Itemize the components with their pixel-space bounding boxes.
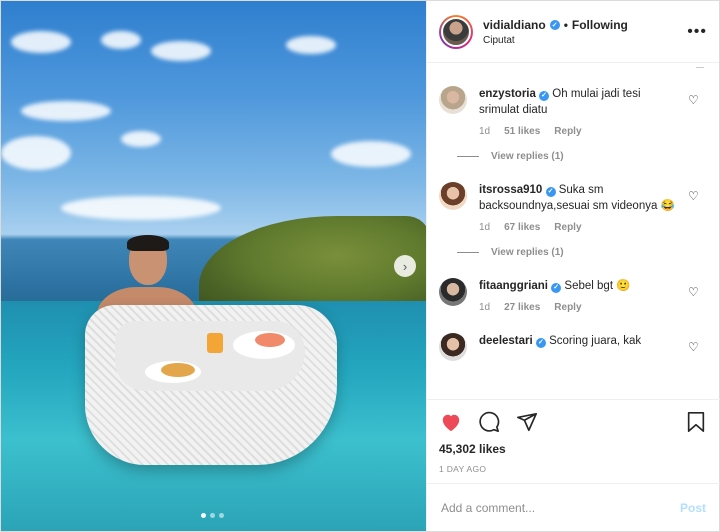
comment-age: 1d bbox=[479, 302, 491, 313]
view-replies-label: View replies (1) bbox=[491, 247, 564, 258]
verified-badge-icon: ✓ bbox=[539, 91, 550, 101]
author-username[interactable]: vidialdiano bbox=[483, 18, 546, 32]
commenter-avatar[interactable] bbox=[439, 333, 467, 361]
comment-text: enzystoria ✓ Oh mulai jadi tesi srimulat… bbox=[479, 86, 679, 118]
scroll-indicator bbox=[696, 64, 704, 68]
heart-outline-icon[interactable]: ♡ bbox=[688, 94, 700, 106]
comment-body: fitaanggriani ✓ Sebel bgt 🙂 1d 27 likes … bbox=[479, 278, 679, 313]
commenter-username[interactable]: enzystoria bbox=[479, 88, 536, 100]
action-icons bbox=[439, 410, 708, 434]
post-photo[interactable]: › bbox=[1, 1, 426, 531]
post-details-panel: vidialdiano ✓ • Following Ciputat ••• en… bbox=[426, 1, 720, 531]
comment-item: fitaanggriani ✓ Sebel bgt 🙂 1d 27 likes … bbox=[439, 278, 708, 313]
comment-text: fitaanggriani ✓ Sebel bgt 🙂 bbox=[479, 278, 679, 294]
carousel-dots bbox=[201, 513, 224, 518]
reply-button[interactable]: Reply bbox=[554, 222, 581, 233]
comment-age: 1d bbox=[479, 126, 491, 137]
likes-count[interactable]: 45,302 likes bbox=[439, 442, 708, 456]
comment-text: itsrossa910 ✓ Suka sm backsoundnya,sesua… bbox=[479, 182, 679, 214]
comments-list[interactable]: enzystoria ✓ Oh mulai jadi tesi srimulat… bbox=[427, 64, 720, 399]
comment-meta: 1d 27 likes Reply bbox=[479, 302, 679, 313]
carousel-dot bbox=[201, 513, 206, 518]
following-button[interactable]: Following bbox=[572, 18, 628, 32]
verified-badge-icon: ✓ bbox=[549, 19, 560, 30]
comment-age: 1d bbox=[479, 222, 491, 233]
reply-button[interactable]: Reply bbox=[554, 302, 581, 313]
comment-item: enzystoria ✓ Oh mulai jadi tesi srimulat… bbox=[439, 86, 708, 137]
reply-button[interactable]: Reply bbox=[554, 126, 581, 137]
instagram-post-modal: › vidialdiano ✓ • Following Ciputat ••• bbox=[0, 0, 720, 532]
comment-text: deelestari ✓ Scoring juara, kak bbox=[479, 333, 679, 349]
view-replies-label: View replies (1) bbox=[491, 151, 564, 162]
verified-badge-icon: ✓ bbox=[551, 283, 562, 293]
hair bbox=[127, 235, 169, 251]
floating-breakfast-tray bbox=[85, 305, 337, 465]
comment-input[interactable] bbox=[441, 500, 680, 515]
heart-outline-icon[interactable]: ♡ bbox=[688, 190, 700, 202]
commenter-username[interactable]: deelestari bbox=[479, 335, 533, 347]
cloud bbox=[151, 41, 211, 61]
heart-outline-icon[interactable]: ♡ bbox=[688, 341, 700, 353]
comment-message: Sebel bgt 🙂 bbox=[564, 280, 631, 292]
post-header: vidialdiano ✓ • Following Ciputat ••• bbox=[427, 1, 719, 63]
cloud bbox=[286, 36, 336, 54]
comment-body: enzystoria ✓ Oh mulai jadi tesi srimulat… bbox=[479, 86, 679, 137]
author-row: vidialdiano ✓ • Following bbox=[483, 18, 687, 32]
cloud bbox=[61, 196, 221, 220]
view-replies-button[interactable]: View replies (1) bbox=[457, 151, 708, 162]
avatar-image bbox=[441, 16, 471, 47]
comment-item: deelestari ✓ Scoring juara, kak ♡ bbox=[439, 333, 708, 361]
more-options-icon[interactable]: ••• bbox=[687, 23, 707, 41]
comment-likes[interactable]: 27 likes bbox=[504, 302, 540, 313]
view-replies-button[interactable]: View replies (1) bbox=[457, 247, 708, 258]
food bbox=[161, 363, 195, 377]
chevron-right-icon: › bbox=[402, 258, 408, 274]
author-avatar[interactable] bbox=[439, 14, 473, 49]
comment-message: Scoring juara, kak bbox=[549, 335, 642, 347]
comment-likes[interactable]: 67 likes bbox=[504, 222, 540, 233]
divider-line bbox=[457, 156, 479, 157]
carousel-dot bbox=[210, 513, 215, 518]
cloud bbox=[331, 141, 411, 167]
author-info: vidialdiano ✓ • Following Ciputat bbox=[483, 18, 687, 46]
post-location[interactable]: Ciputat bbox=[483, 35, 687, 46]
cloud bbox=[121, 131, 161, 147]
comment-likes[interactable]: 51 likes bbox=[504, 126, 540, 137]
comment-body: itsrossa910 ✓ Suka sm backsoundnya,sesua… bbox=[479, 182, 679, 233]
comment-meta: 1d 51 likes Reply bbox=[479, 126, 679, 137]
commenter-username[interactable]: fitaanggriani bbox=[479, 280, 548, 292]
comment-meta: 1d 67 likes Reply bbox=[479, 222, 679, 233]
post-actions: 45,302 likes 1 DAY AGO bbox=[427, 399, 720, 474]
cloud bbox=[1, 136, 71, 170]
commenter-avatar[interactable] bbox=[439, 86, 467, 114]
heart-outline-icon[interactable]: ♡ bbox=[688, 286, 700, 298]
verified-badge-icon: ✓ bbox=[545, 187, 556, 197]
fruit bbox=[255, 333, 285, 347]
divider-line bbox=[457, 252, 479, 253]
commenter-avatar[interactable] bbox=[439, 182, 467, 210]
cloud bbox=[21, 101, 111, 121]
post-comment-button[interactable]: Post bbox=[680, 501, 706, 515]
separator: • bbox=[563, 17, 568, 32]
add-comment-bar: Post bbox=[427, 483, 720, 531]
cloud bbox=[11, 31, 71, 53]
paper-plane-icon[interactable] bbox=[515, 410, 539, 434]
juice bbox=[207, 333, 223, 353]
heart-filled-icon[interactable] bbox=[439, 410, 463, 434]
verified-badge-icon: ✓ bbox=[535, 338, 546, 348]
cloud bbox=[101, 31, 141, 49]
carousel-dot bbox=[219, 513, 224, 518]
comment-bubble-icon[interactable] bbox=[477, 410, 501, 434]
comment-item: itsrossa910 ✓ Suka sm backsoundnya,sesua… bbox=[439, 182, 708, 233]
next-photo-button[interactable]: › bbox=[394, 255, 416, 277]
comment-body: deelestari ✓ Scoring juara, kak bbox=[479, 333, 679, 361]
commenter-avatar[interactable] bbox=[439, 278, 467, 306]
post-time: 1 DAY AGO bbox=[439, 464, 487, 474]
bookmark-icon[interactable] bbox=[684, 410, 708, 434]
commenter-username[interactable]: itsrossa910 bbox=[479, 184, 542, 196]
